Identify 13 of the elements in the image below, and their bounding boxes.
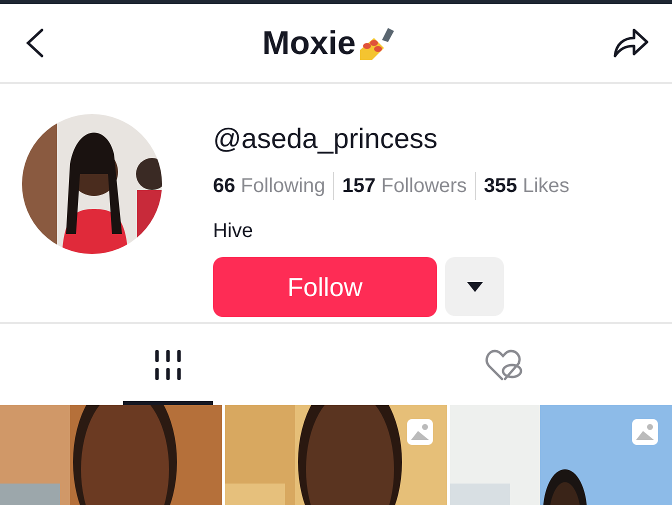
dropdown-button[interactable]: [445, 257, 504, 316]
profile-title: Moxie: [262, 24, 356, 62]
username: @aseda_princess: [213, 122, 439, 156]
follow-button[interactable]: Follow: [213, 257, 437, 317]
share-button[interactable]: [612, 26, 650, 60]
bio: Hive: [213, 220, 254, 243]
back-button[interactable]: [24, 27, 46, 59]
hidden-heart-icon: [485, 348, 523, 382]
profile-stat[interactable]: 66 Following: [213, 174, 326, 198]
profile-stat[interactable]: 157 Followers: [342, 174, 467, 198]
profile-stat[interactable]: 355 Likes: [484, 174, 570, 198]
caret-icon: [466, 280, 484, 292]
grid-icon: [154, 348, 182, 380]
